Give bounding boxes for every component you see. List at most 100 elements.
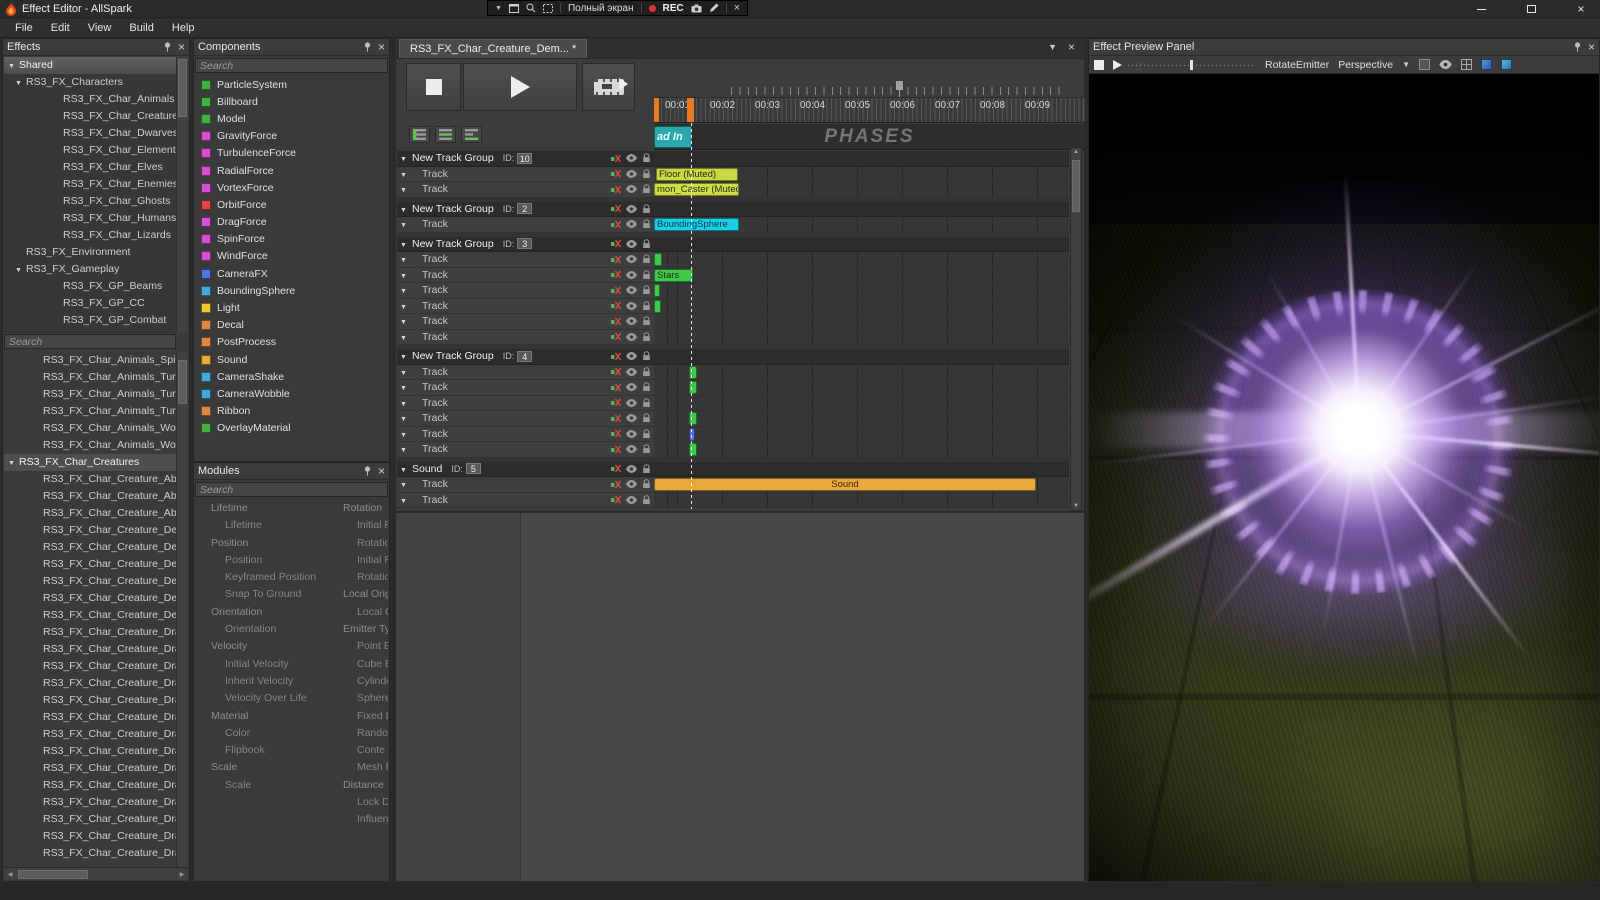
component-item[interactable]: OrbitForce — [195, 196, 388, 213]
mute-icon[interactable] — [611, 154, 621, 163]
mute-icon[interactable] — [611, 270, 621, 279]
component-item[interactable]: Billboard — [195, 93, 388, 110]
timeline-clip[interactable] — [654, 284, 660, 297]
scrollbar-thumb[interactable] — [18, 870, 88, 879]
expander-icon[interactable] — [400, 478, 409, 490]
tree-item[interactable]: RS3_FX_Characters — [4, 74, 176, 91]
preview-play-button[interactable] — [1113, 59, 1122, 70]
component-item[interactable]: OverlayMaterial — [195, 420, 388, 437]
track-lane[interactable] — [654, 252, 1069, 267]
timeline-clip[interactable]: Floor (Muted) — [656, 167, 738, 181]
visibility-eye-icon[interactable] — [626, 204, 637, 213]
visibility-eye-icon[interactable] — [626, 367, 637, 376]
expander-icon[interactable] — [400, 238, 409, 250]
minimize-button[interactable] — [1468, 1, 1494, 17]
timeline-clip[interactable] — [689, 427, 695, 441]
modules-search-input[interactable] — [195, 482, 388, 497]
mute-icon[interactable] — [611, 220, 621, 229]
tree-item[interactable]: RS3_FX_GP_CC — [4, 295, 176, 312]
expander-icon[interactable] — [400, 168, 409, 180]
list-item[interactable]: RS3_FX_Char_Creature_AbyssalV... — [4, 471, 176, 488]
timeline-clip[interactable]: Sound — [654, 478, 1036, 491]
lock-icon[interactable] — [642, 382, 651, 392]
mute-icon[interactable] — [611, 317, 621, 326]
visibility-eye-icon[interactable] — [626, 429, 637, 438]
track-lane[interactable] — [654, 411, 1069, 426]
component-item[interactable]: TurbulenceForce — [195, 145, 388, 162]
component-item[interactable]: CameraFX — [195, 265, 388, 282]
component-item[interactable]: WindForce — [195, 248, 388, 265]
preview-time-slider[interactable] — [1128, 58, 1256, 71]
slider-handle[interactable] — [1190, 59, 1193, 70]
mute-icon[interactable] — [611, 185, 621, 194]
mute-icon[interactable] — [611, 383, 621, 392]
list-item[interactable]: RS3_FX_Char_Creature_Demon_... — [4, 573, 176, 590]
rec-button[interactable]: REC — [663, 3, 684, 14]
list-item[interactable]: RS3_FX_Char_Creature_Dragon_... — [4, 675, 176, 692]
expander-icon[interactable] — [400, 253, 409, 265]
pin-icon[interactable] — [363, 466, 372, 476]
phase-clip[interactable]: ad In — [654, 126, 692, 148]
track-row[interactable]: Track ID: — [397, 217, 1069, 233]
projection-dropdown[interactable]: Perspective — [1338, 59, 1393, 71]
tree-item[interactable]: RS3_FX_Char_Elementals — [4, 142, 176, 159]
visibility-eye-icon[interactable] — [626, 414, 637, 423]
track-row[interactable]: Track ID: — [397, 182, 1069, 198]
tree-item[interactable]: Shared — [4, 57, 176, 74]
track-row[interactable]: Track ID: — [397, 380, 1069, 396]
track-lane[interactable]: BoundingSphere — [654, 217, 1069, 232]
document-tab[interactable]: RS3_FX_Char_Creature_Dem... * — [399, 39, 588, 58]
component-item[interactable]: ParticleSystem — [195, 76, 388, 93]
component-item[interactable]: Sound — [195, 351, 388, 368]
rotate-emitter-button[interactable]: RotateEmitter — [1265, 59, 1329, 71]
components-search-input[interactable] — [195, 58, 388, 73]
lock-icon[interactable] — [642, 428, 651, 439]
expander-icon[interactable] — [400, 397, 409, 409]
list-item[interactable]: RS3_FX_Char_Creature_Dragon_... — [4, 709, 176, 726]
track-row[interactable]: Track ID: — [397, 166, 1069, 182]
component-item[interactable]: DragForce — [195, 214, 388, 231]
maximize-button[interactable] — [1518, 1, 1544, 17]
track-lane[interactable] — [654, 236, 1069, 251]
preview-stop-button[interactable] — [1094, 59, 1104, 70]
lock-icon[interactable] — [642, 285, 651, 295]
list-item[interactable]: RS3_FX_Char_Creature_Dragon_... — [4, 658, 176, 675]
list-item[interactable]: RS3_FX_Char_Creature_Dragon_... — [4, 641, 176, 658]
recorder-dropdown-icon[interactable]: ▼ — [495, 5, 502, 12]
component-item[interactable]: GravityForce — [195, 128, 388, 145]
mute-icon[interactable] — [611, 464, 621, 473]
tree-item[interactable]: RS3_FX_Char_Animals — [4, 91, 176, 108]
tree-item[interactable]: RS3_FX_Char_Ghosts — [4, 193, 176, 210]
background-color-swatch[interactable] — [1418, 59, 1430, 70]
track-row[interactable]: Track ID: — [397, 395, 1069, 411]
timeline-clip[interactable]: BoundingSphere — [654, 218, 739, 231]
visibility-eye-icon[interactable] — [626, 383, 637, 392]
visibility-eye-icon[interactable] — [626, 255, 637, 264]
list-item[interactable]: RS3_FX_Char_Creature_Demons_... — [4, 607, 176, 624]
component-item[interactable]: RadialForce — [195, 162, 388, 179]
lock-icon[interactable] — [642, 269, 651, 280]
list-item[interactable]: RS3_FX_Char_Creature_Dragon_... — [4, 794, 176, 811]
new-track-group-button[interactable] — [409, 126, 430, 143]
close-button[interactable]: × — [1568, 1, 1594, 17]
track-row[interactable]: Track ID: — [397, 314, 1069, 330]
scroll-right-icon[interactable]: ▶ — [176, 869, 188, 880]
expander-icon[interactable] — [400, 218, 409, 230]
lock-icon[interactable] — [642, 463, 651, 474]
list-item[interactable]: RS3_FX_Char_Creature_Demon_... — [4, 522, 176, 539]
track-row[interactable]: Sound ID: 5 — [397, 461, 1069, 477]
track-row[interactable]: Track ID: — [397, 411, 1069, 427]
mute-icon[interactable] — [611, 286, 621, 295]
visibility-eye-icon[interactable] — [626, 301, 637, 310]
track-row[interactable]: Track ID: — [397, 477, 1069, 493]
tree-item[interactable]: RS3_FX_Gameplay — [4, 261, 176, 278]
list-item[interactable]: RS3_FX_Char_Creature_Dragon_... — [4, 828, 176, 845]
visibility-eye-icon[interactable] — [626, 239, 637, 248]
list-item[interactable]: RS3_FX_Char_Creature_Dragon_... — [4, 624, 176, 641]
timeline-scrollbar[interactable]: ▲ ▼ — [1070, 147, 1082, 511]
visibility-eye-icon[interactable] — [626, 464, 637, 473]
list-item[interactable]: RS3_FX_Char_Creature_Dragon_... — [4, 726, 176, 743]
scrollbar-thumb[interactable] — [178, 59, 187, 117]
preview-viewport[interactable] — [1089, 74, 1599, 881]
list-item[interactable]: RS3_FX_Char_Creature_Dragon_... — [4, 777, 176, 794]
